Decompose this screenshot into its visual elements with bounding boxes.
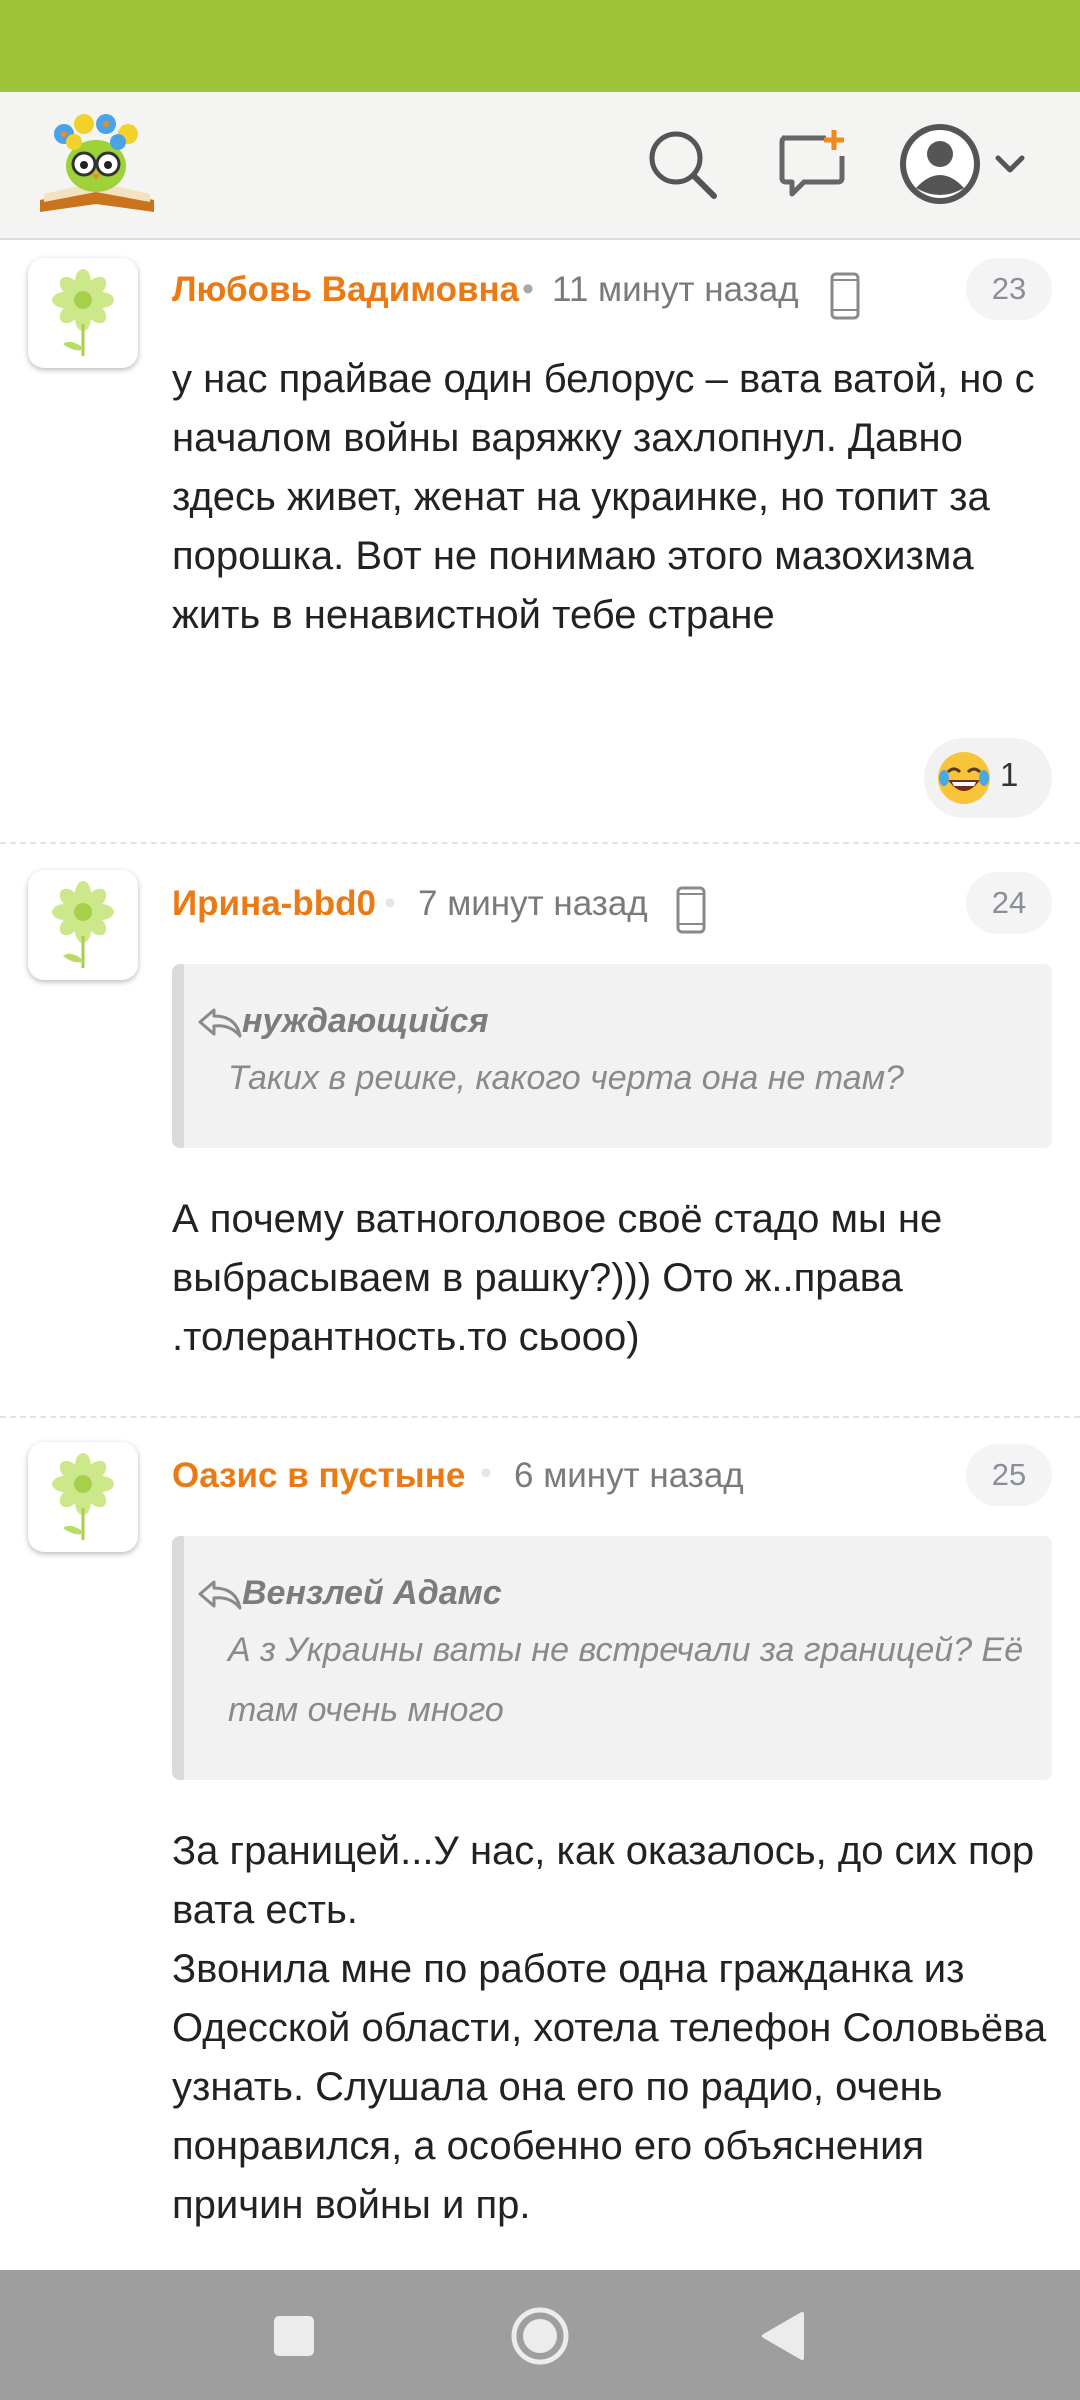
quote-text: Таких в решке, какого черта она не там? — [228, 1059, 904, 1097]
comment-text: у нас прайвае один белорус – вата ватой,… — [172, 357, 1035, 637]
new-post-icon[interactable] — [774, 126, 850, 202]
flower-avatar-icon — [52, 269, 114, 356]
comment-time: 11 минут назад — [552, 270, 799, 309]
quote-text: А з Украины ваты не встречали за границе… — [228, 1631, 1024, 1729]
comment-number-badge[interactable]: 24 — [966, 872, 1052, 934]
comment-author[interactable]: Ирина-bbd0 — [172, 884, 376, 924]
comment-author[interactable]: Оазис в пустыне — [172, 1456, 465, 1496]
quote-author[interactable]: Вензлей Адамс — [242, 1574, 502, 1613]
reaction-count: 1 — [1000, 756, 1019, 793]
avatar[interactable] — [28, 870, 138, 980]
comment-25: Оазис в пустыне • 6 минут назад 25 Вензл… — [0, 1418, 1080, 2270]
flower-avatar-icon — [52, 881, 114, 968]
comment-paragraph: За границей...У нас, как оказалось, до с… — [172, 1829, 1035, 1932]
reaction-button[interactable]: 1 — [924, 738, 1052, 818]
quote-author[interactable]: нуждающийся — [242, 1002, 488, 1041]
system-nav-bar — [0, 2270, 1080, 2400]
quote-block: Вензлей Адамс А з Украины ваты не встреч… — [172, 1536, 1052, 1780]
comment-text: За границей...У нас, как оказалось, до с… — [172, 1822, 1052, 2235]
home-button[interactable] — [510, 2306, 570, 2366]
recent-apps-button[interactable] — [272, 2314, 316, 2358]
reply-icon — [198, 1008, 242, 1038]
search-icon[interactable] — [644, 126, 720, 202]
quote-block: нуждающийся Таких в решке, какого черта … — [172, 964, 1052, 1148]
app-header — [0, 92, 1080, 240]
comment-text: А почему ватноголовое своё стадо мы не в… — [172, 1197, 943, 1359]
back-button[interactable] — [760, 2310, 806, 2362]
profile-avatar-icon[interactable] — [900, 120, 1032, 208]
comment-time: 6 минут назад — [514, 1456, 744, 1495]
avatar[interactable] — [28, 258, 138, 368]
avatar[interactable] — [28, 1442, 138, 1552]
laughing-emoji-icon — [938, 752, 990, 804]
comment-23: Любовь Вадимовна • 11 минут назад 23 у н… — [0, 240, 1080, 842]
mobile-device-icon — [676, 886, 706, 934]
comment-number-badge[interactable]: 23 — [966, 258, 1052, 320]
status-bar — [0, 0, 1080, 92]
reply-icon — [198, 1580, 242, 1610]
comment-24: Ирина-bbd0 • 7 минут назад 24 нуждающийс… — [0, 844, 1080, 1416]
separator-dot: • — [384, 884, 396, 922]
comment-paragraph: Звонила мне по работе одна гражданка из … — [172, 1947, 1047, 2227]
chevron-down-icon — [995, 155, 1025, 173]
flower-avatar-icon — [52, 1453, 114, 1540]
separator-dot: • — [522, 270, 534, 308]
separator-dot: • — [480, 1454, 492, 1492]
logo[interactable] — [34, 108, 160, 220]
mobile-device-icon — [830, 272, 860, 320]
comment-author[interactable]: Любовь Вадимовна — [172, 270, 519, 310]
comment-number-badge[interactable]: 25 — [966, 1444, 1052, 1506]
comment-time: 7 минут назад — [418, 884, 648, 923]
